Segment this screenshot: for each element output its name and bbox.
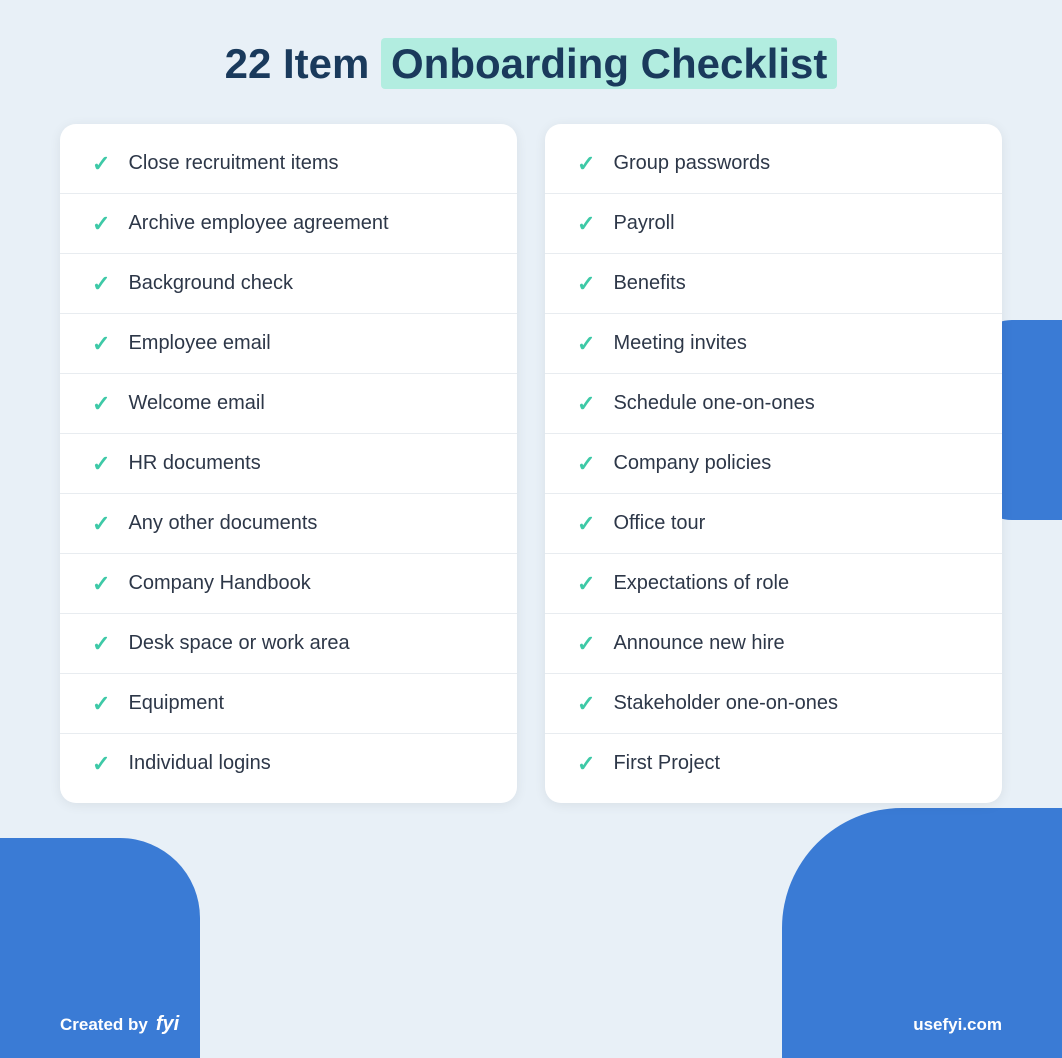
- item-label: Group passwords: [613, 152, 770, 175]
- list-item: ✓ Stakeholder one-on-ones: [545, 674, 1002, 734]
- check-icon: ✓: [577, 393, 595, 415]
- item-label: Background check: [128, 272, 293, 295]
- list-item: ✓ Desk space or work area: [60, 614, 517, 674]
- title-area: 22 Item Onboarding Checklist: [225, 40, 838, 88]
- list-item: ✓ Individual logins: [60, 734, 517, 793]
- check-icon: ✓: [92, 333, 110, 355]
- list-item: ✓ HR documents: [60, 434, 517, 494]
- check-icon: ✓: [92, 693, 110, 715]
- item-label: Schedule one-on-ones: [613, 392, 814, 415]
- item-label: Employee email: [128, 332, 270, 355]
- page-wrapper: 22 Item Onboarding Checklist ✓ Close rec…: [0, 0, 1062, 803]
- footer-left: Created by fyi: [60, 1013, 179, 1036]
- check-icon: ✓: [92, 633, 110, 655]
- item-label: Stakeholder one-on-ones: [613, 692, 838, 715]
- item-label: Company policies: [613, 452, 771, 475]
- item-label: Close recruitment items: [128, 152, 338, 175]
- list-item: ✓ Announce new hire: [545, 614, 1002, 674]
- item-label: Welcome email: [128, 392, 264, 415]
- check-icon: ✓: [92, 513, 110, 535]
- check-icon: ✓: [92, 753, 110, 775]
- check-icon: ✓: [92, 213, 110, 235]
- item-label: Individual logins: [128, 752, 270, 775]
- page-title: 22 Item Onboarding Checklist: [225, 40, 838, 88]
- list-item: ✓ Any other documents: [60, 494, 517, 554]
- item-label: Company Handbook: [128, 572, 310, 595]
- check-icon: ✓: [577, 273, 595, 295]
- list-item: ✓ Expectations of role: [545, 554, 1002, 614]
- list-item: ✓ Close recruitment items: [60, 134, 517, 194]
- check-icon: ✓: [577, 333, 595, 355]
- check-icon: ✓: [577, 153, 595, 175]
- item-label: Announce new hire: [613, 632, 784, 655]
- list-item: ✓ Group passwords: [545, 134, 1002, 194]
- item-label: Expectations of role: [613, 572, 789, 595]
- list-item: ✓ First Project: [545, 734, 1002, 793]
- footer: Created by fyi usefyi.com: [0, 1013, 1062, 1036]
- list-item: ✓ Company Handbook: [60, 554, 517, 614]
- item-label: First Project: [613, 752, 720, 775]
- checklist-container: ✓ Close recruitment items ✓ Archive empl…: [60, 124, 1002, 803]
- check-icon: ✓: [577, 753, 595, 775]
- item-label: Equipment: [128, 692, 224, 715]
- check-icon: ✓: [577, 513, 595, 535]
- item-label: Desk space or work area: [128, 632, 349, 655]
- check-icon: ✓: [92, 153, 110, 175]
- right-checklist-card: ✓ Group passwords ✓ Payroll ✓ Benefits ✓…: [545, 124, 1002, 803]
- item-label: Archive employee agreement: [128, 212, 388, 235]
- footer-created-by: Created by: [60, 1015, 148, 1035]
- left-checklist-card: ✓ Close recruitment items ✓ Archive empl…: [60, 124, 517, 803]
- check-icon: ✓: [577, 633, 595, 655]
- item-label: Meeting invites: [613, 332, 746, 355]
- list-item: ✓ Welcome email: [60, 374, 517, 434]
- list-item: ✓ Schedule one-on-ones: [545, 374, 1002, 434]
- list-item: ✓ Benefits: [545, 254, 1002, 314]
- list-item: ✓ Archive employee agreement: [60, 194, 517, 254]
- list-item: ✓ Office tour: [545, 494, 1002, 554]
- item-label: Any other documents: [128, 512, 317, 535]
- list-item: ✓ Employee email: [60, 314, 517, 374]
- check-icon: ✓: [92, 453, 110, 475]
- footer-website: usefyi.com: [913, 1015, 1002, 1035]
- check-icon: ✓: [92, 573, 110, 595]
- title-highlight: Onboarding Checklist: [381, 38, 837, 89]
- list-item: ✓ Company policies: [545, 434, 1002, 494]
- footer-brand: fyi: [156, 1013, 179, 1036]
- check-icon: ✓: [92, 273, 110, 295]
- check-icon: ✓: [577, 693, 595, 715]
- list-item: ✓ Equipment: [60, 674, 517, 734]
- check-icon: ✓: [577, 213, 595, 235]
- item-label: HR documents: [128, 452, 260, 475]
- item-label: Benefits: [613, 272, 685, 295]
- check-icon: ✓: [577, 453, 595, 475]
- list-item: ✓ Meeting invites: [545, 314, 1002, 374]
- item-label: Payroll: [613, 212, 674, 235]
- check-icon: ✓: [577, 573, 595, 595]
- list-item: ✓ Background check: [60, 254, 517, 314]
- check-icon: ✓: [92, 393, 110, 415]
- title-prefix: 22 Item: [225, 40, 381, 87]
- item-label: Office tour: [613, 512, 705, 535]
- list-item: ✓ Payroll: [545, 194, 1002, 254]
